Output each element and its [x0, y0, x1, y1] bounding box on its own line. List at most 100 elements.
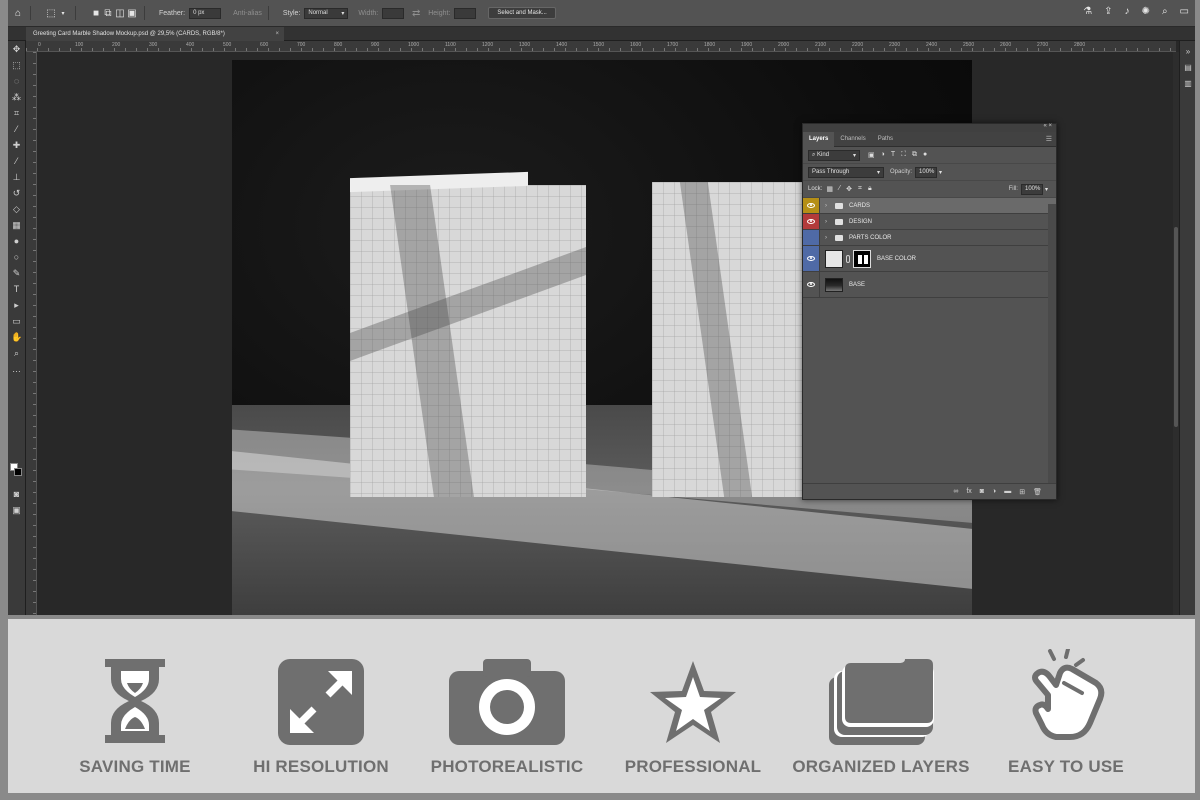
add-mask-icon[interactable]: ◙ [980, 488, 984, 495]
type-tool-icon[interactable]: T [11, 284, 22, 295]
filter-toggle-icon[interactable]: ● [923, 151, 927, 159]
zoom-tool-icon[interactable]: ⌕ [11, 348, 22, 359]
more-tools-icon[interactable]: … [11, 364, 22, 375]
lasso-tool-icon[interactable]: ◌ [11, 76, 22, 87]
link-icon[interactable] [846, 254, 850, 263]
trash-icon[interactable]: 🗑︎ [1033, 488, 1042, 496]
history-panel-icon[interactable]: ▤ [1183, 63, 1193, 73]
layer-parts-color[interactable]: › PARTS COLOR [803, 230, 1056, 246]
eyedropper-tool-icon[interactable]: ⁄ [11, 124, 22, 135]
chevron-right-icon[interactable]: › [825, 203, 831, 209]
style-select[interactable]: Normal ▾ [304, 7, 349, 19]
kind-filter-select[interactable]: ⌕ Kind ▾ [808, 149, 860, 161]
layer-cards[interactable]: › CARDS [803, 198, 1056, 214]
collapse-icon[interactable]: » [1183, 47, 1193, 57]
visibility-toggle[interactable] [803, 246, 820, 271]
visibility-toggle[interactable] [803, 230, 820, 245]
layers-scrollbar[interactable] [1048, 204, 1056, 484]
marquee-tool-icon[interactable]: ⬚ [45, 7, 57, 19]
brush-tool-icon[interactable]: ⁄ [11, 156, 22, 167]
healing-brush-icon[interactable]: ✚ [11, 140, 22, 151]
tab-paths[interactable]: Paths [872, 132, 899, 147]
pen-tool-icon[interactable]: ✎ [11, 268, 22, 279]
chevron-right-icon[interactable]: › [825, 235, 831, 241]
intersect-selection-icon[interactable]: ▣ [126, 7, 138, 19]
marquee-tool-icon[interactable]: ⬚ [11, 60, 22, 71]
lock-all-icon[interactable]: 🔒︎ [868, 185, 872, 193]
antialias-checkbox[interactable]: Anti-alias [233, 10, 262, 17]
chevron-down-icon[interactable]: ▾ [57, 7, 69, 19]
new-layer-icon[interactable]: ⊞ [1019, 488, 1025, 496]
chevron-right-icon[interactable]: › [825, 219, 831, 225]
type-filter-icon[interactable]: T [891, 151, 895, 159]
lightbulb-icon[interactable]: ✺ [1142, 6, 1150, 17]
layer-design[interactable]: › DESIGN [803, 214, 1056, 230]
move-tool-icon[interactable]: ✥ [11, 44, 22, 55]
rectangle-tool-icon[interactable]: ▭ [11, 316, 22, 327]
lock-artboard-icon[interactable]: ⌗ [858, 185, 862, 193]
feather-input[interactable]: 0 px [189, 7, 222, 19]
shape-filter-icon[interactable]: ⛶ [901, 151, 906, 159]
blur-tool-icon[interactable]: ● [11, 236, 22, 247]
subtract-selection-icon[interactable]: ◫ [114, 7, 126, 19]
magic-wand-tool-icon[interactable]: ⁂ [11, 92, 22, 103]
share-icon[interactable]: ⇪ [1104, 6, 1112, 17]
panel-collapse-icon[interactable]: « × [1043, 123, 1052, 129]
tab-channels[interactable]: Channels [834, 132, 871, 147]
blend-mode-select[interactable]: Pass Through ▾ [808, 166, 884, 178]
smart-object-filter-icon[interactable]: ⧉ [912, 151, 917, 159]
history-brush-icon[interactable]: ↺ [11, 188, 22, 199]
background-color-swatch[interactable] [14, 468, 22, 476]
close-icon[interactable]: × [275, 31, 279, 37]
ruler-tick-label: 1700 [667, 42, 679, 48]
properties-panel-icon[interactable]: ▥ [1183, 79, 1193, 89]
pixel-filter-icon[interactable]: ▣ [868, 151, 875, 159]
visibility-toggle[interactable] [803, 198, 820, 213]
vertical-ruler[interactable] [26, 52, 37, 615]
document-tab[interactable]: Greeting Card Marble Shadow Mockup.psd @… [26, 27, 284, 41]
visibility-toggle[interactable] [803, 272, 820, 297]
stamp-tool-icon[interactable]: ⊥ [11, 172, 22, 183]
swap-icon[interactable]: ⇄ [410, 7, 422, 19]
workspace-icon[interactable]: ▭ [1180, 6, 1189, 17]
adjustment-layer-icon[interactable]: ◑ [992, 488, 996, 495]
select-and-mask-button[interactable]: Select and Mask... [488, 7, 556, 19]
quick-mask-icon[interactable]: ◙ [11, 489, 22, 500]
new-group-icon[interactable]: ▬ [1004, 488, 1011, 495]
layers-icon [829, 659, 934, 745]
eraser-tool-icon[interactable]: ◇ [11, 204, 22, 215]
panel-menu-icon[interactable]: ☰ [1046, 135, 1052, 143]
tab-layers[interactable]: Layers [803, 131, 835, 147]
height-input[interactable] [454, 7, 477, 19]
layer-base-color[interactable]: BASE COLOR [803, 246, 1056, 272]
fx-icon[interactable]: fx [966, 488, 971, 495]
home-icon[interactable]: ⌂ [12, 7, 24, 19]
layer-mask-thumbnail[interactable] [853, 249, 871, 268]
fill-input[interactable]: 100% [1020, 183, 1043, 195]
gradient-tool-icon[interactable]: ▦ [11, 220, 22, 231]
link-layers-icon[interactable]: ∞ [953, 488, 958, 495]
horizontal-ruler[interactable]: 0 100 200 300 400 500 600 700 800 900 1000 1100 1200… [26, 41, 1176, 52]
lock-position-icon[interactable]: ✥ [846, 185, 852, 193]
add-selection-icon[interactable]: ⧉ [102, 7, 114, 19]
screen-mode-icon[interactable]: ▣ [11, 505, 22, 516]
adjustment-filter-icon[interactable]: ◑ [881, 151, 885, 159]
layer-thumbnail [825, 277, 843, 292]
hand-tool-icon[interactable]: ✋ [11, 332, 22, 343]
chevron-down-icon[interactable]: ▾ [939, 169, 942, 176]
lock-image-icon[interactable]: ⁄ [839, 185, 840, 193]
crop-tool-icon[interactable]: ⌗ [11, 108, 22, 119]
dodge-tool-icon[interactable]: ○ [11, 252, 22, 263]
bell-icon[interactable]: ♪ [1125, 6, 1130, 17]
layer-base[interactable]: BASE [803, 272, 1056, 298]
new-selection-icon[interactable]: ■ [90, 7, 102, 19]
visibility-toggle[interactable] [803, 214, 820, 229]
flask-icon[interactable]: ⚗ [1083, 6, 1092, 17]
lock-transparent-icon[interactable]: ▦ [826, 185, 833, 193]
opacity-input[interactable]: 100% [915, 166, 938, 178]
scrollbar-thumb[interactable] [1174, 227, 1178, 427]
chevron-down-icon[interactable]: ▾ [1045, 186, 1048, 193]
search-icon[interactable]: ⌕ [1162, 6, 1168, 17]
path-select-icon[interactable]: ▸ [11, 300, 22, 311]
width-input[interactable] [382, 7, 405, 19]
